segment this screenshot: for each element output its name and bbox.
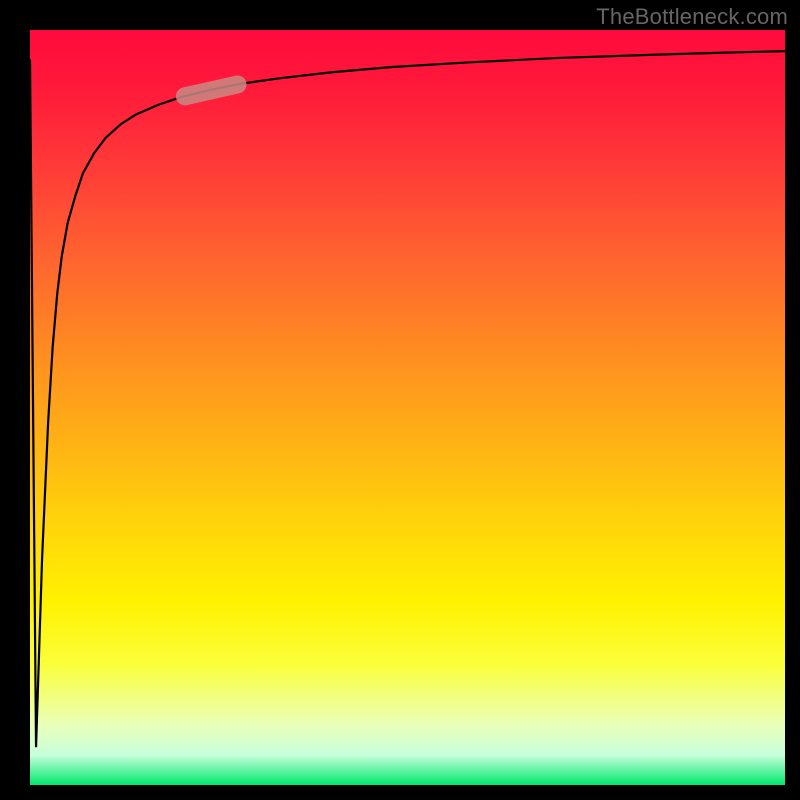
watermark-label: TheBottleneck.com (596, 4, 788, 30)
chart-svg (30, 30, 785, 785)
plot-area (30, 30, 785, 785)
chart-frame: TheBottleneck.com (0, 0, 800, 800)
highlight-marker (174, 74, 248, 107)
bottleneck-curve (30, 51, 785, 747)
